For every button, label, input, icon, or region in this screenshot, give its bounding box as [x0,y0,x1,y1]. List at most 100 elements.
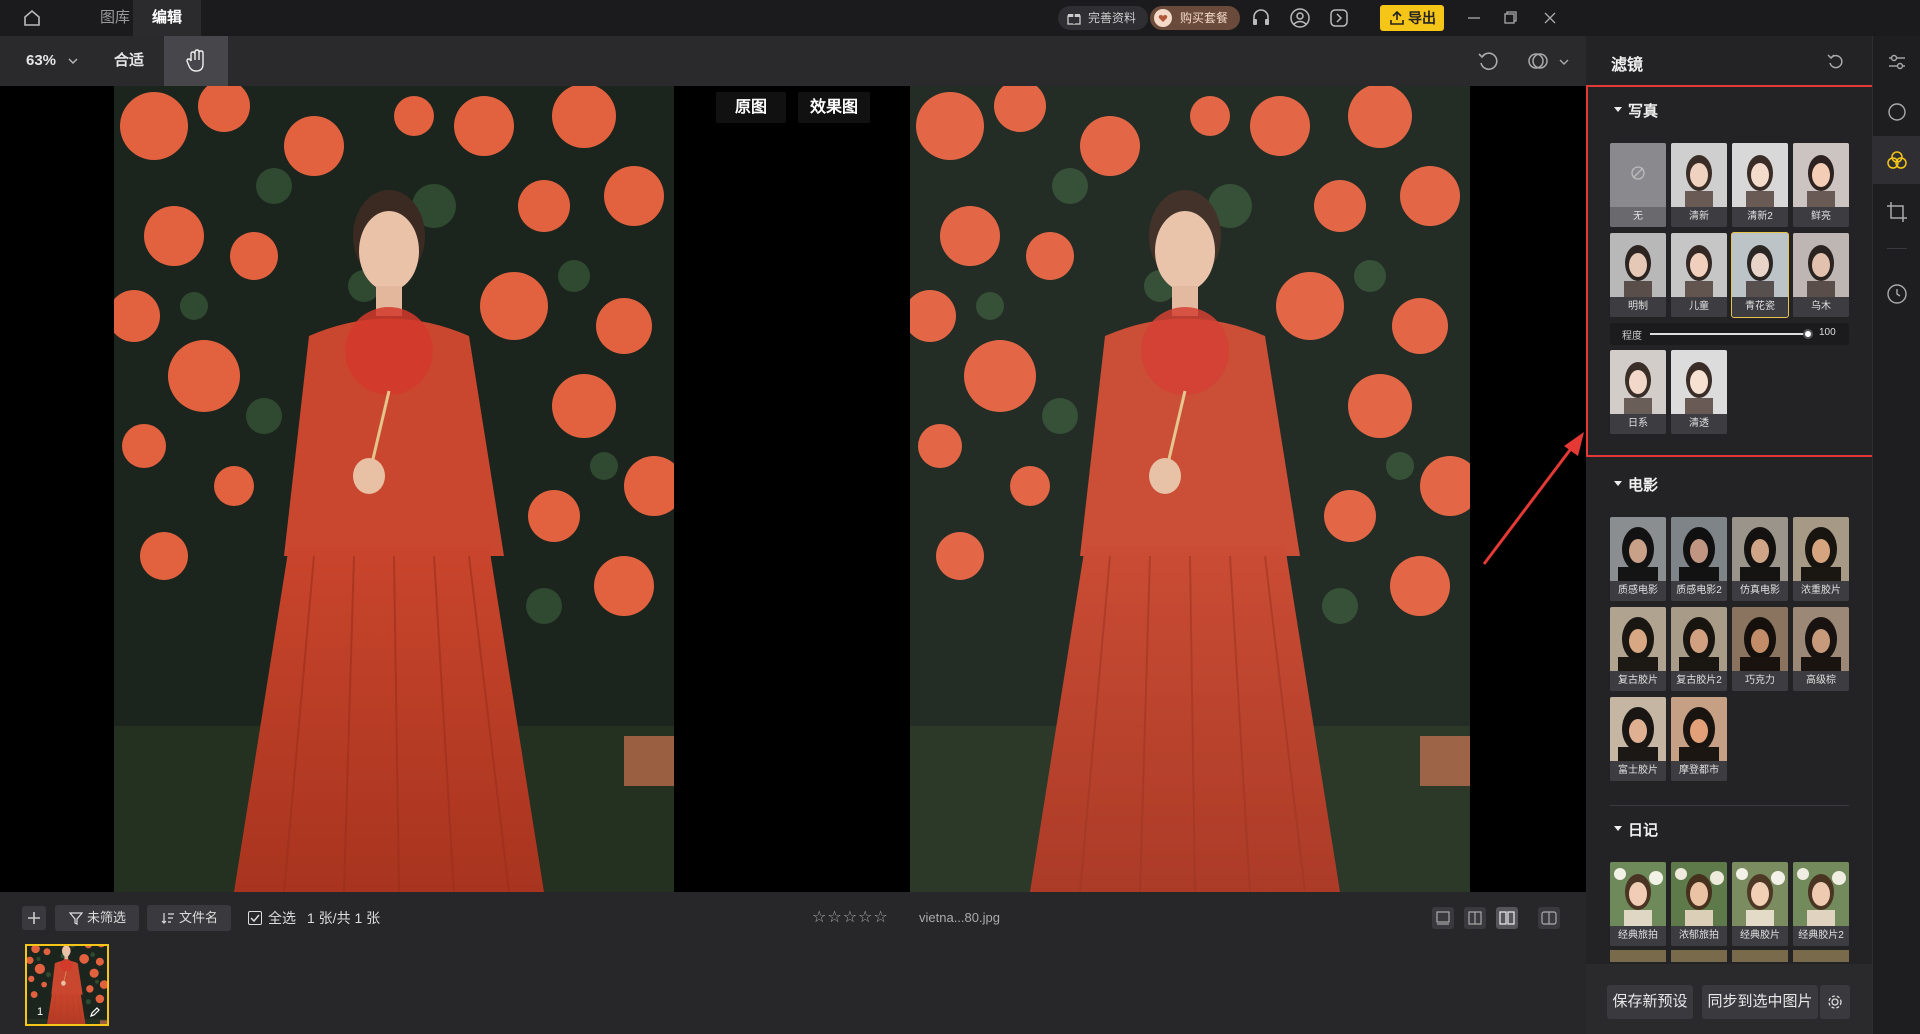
panel-toggle-icon[interactable] [1538,907,1560,929]
history-icon[interactable] [1885,282,1909,306]
star-icon[interactable]: ☆ [858,909,873,926]
add-button[interactable] [22,906,46,930]
star-icon[interactable]: ☆ [812,909,827,926]
settings-icon [1827,994,1843,1010]
diary-thumb [1732,862,1788,926]
chevron-down-icon [68,56,78,66]
zoom-value: 63% [26,52,57,69]
filter-thumbnail[interactable]: 质感电影2 [1671,517,1727,601]
diary-thumb [1793,862,1849,926]
filter-thumbnail[interactable]: 复古胶片 [1610,607,1666,691]
single-view-icon[interactable] [1432,907,1454,929]
complete-profile-button[interactable]: 完善资料 [1058,6,1149,30]
filter-thumbnail[interactable]: 质感电影 [1610,517,1666,601]
image-canvas[interactable]: 原图 效果图 [0,86,1586,892]
filter-label: 复古胶片 [1610,671,1666,691]
filmstrip-thumbnail[interactable]: 1 [25,944,109,1026]
filter-icon [69,911,83,925]
restore-icon[interactable] [1498,6,1522,30]
section-toggle-icon[interactable] [1613,478,1623,488]
star-icon[interactable]: ☆ [873,909,888,926]
film-thumb [1671,607,1727,671]
filter-label: 经典胶片2 [1793,926,1849,946]
complete-profile-label: 完善资料 [1088,11,1137,25]
title-bar: 图库 编辑 完善资料 购买套餐 导出 [0,0,1920,36]
hand-tool-button[interactable] [164,36,228,86]
filter-thumbnail[interactable]: 巧克力 [1732,607,1788,691]
sort-label: 文件名 [179,910,219,925]
hand-icon [185,49,207,73]
filter-label: 复古胶片2 [1671,671,1727,691]
filter-thumbnail[interactable]: 经典胶片 [1732,862,1788,946]
edited-pencil-icon [89,1006,101,1018]
fit-button[interactable]: 合适 [114,36,154,86]
film-thumb [1793,517,1849,581]
filter-thumbnail[interactable]: 摩登都市 [1671,697,1727,781]
thumbnail-index: 1 [37,1006,44,1018]
film-thumb [1793,607,1849,671]
filter-button[interactable]: 未筛选 [55,905,139,931]
filter-thumbnail[interactable]: 复古胶片2 [1671,607,1727,691]
original-label: 原图 [716,92,786,123]
side-by-side-view-icon[interactable] [1496,907,1518,929]
export-button[interactable]: 导出 [1380,5,1444,31]
filter-thumbnail[interactable]: 浓重胶片 [1793,517,1849,601]
headset-icon[interactable] [1249,6,1273,30]
select-all-label[interactable]: 全选 [268,892,296,944]
crop-icon[interactable] [1885,200,1909,224]
buy-package-button[interactable]: 购买套餐 [1150,6,1241,30]
gift-icon [1067,11,1081,25]
star-icon[interactable]: ☆ [827,909,842,926]
retouch-icon[interactable] [1885,100,1909,124]
adjust-icon[interactable] [1885,50,1909,74]
reset-icon[interactable] [1476,49,1500,73]
star-rating[interactable]: ☆☆☆☆☆ [812,910,902,926]
film-thumb [1671,697,1727,761]
section-title-diary[interactable]: 日记 [1628,819,1658,840]
sync-selected-button[interactable]: 同步到选中图片 [1702,985,1818,1019]
split-view-icon[interactable] [1464,907,1486,929]
home-icon[interactable] [22,8,42,28]
sign-in-icon[interactable] [1327,6,1351,30]
effect-label: 效果图 [798,92,870,123]
film-thumb [1671,517,1727,581]
filmstrip: 1 [0,944,1586,1034]
filter-thumbnail[interactable]: 高级棕 [1793,607,1849,691]
zoom-select[interactable]: 63% [26,36,82,86]
filter-thumbnail[interactable]: 经典旅拍 [1610,862,1666,946]
user-icon[interactable] [1288,6,1312,30]
filter-tab-active[interactable] [1873,136,1920,184]
minimize-icon[interactable] [1462,6,1486,30]
section-toggle-icon[interactable] [1613,823,1623,833]
save-preset-button[interactable]: 保存新预设 [1607,985,1693,1019]
filter-label: 未筛选 [87,910,127,925]
filter-thumbnail[interactable]: 仿真电影 [1732,517,1788,601]
select-all-checkbox[interactable] [248,911,262,925]
filter-row-partial [1610,950,1849,962]
export-label: 导出 [1408,10,1436,26]
filter-thumbnail[interactable]: 富士胶片 [1610,697,1666,781]
tab-edit[interactable]: 编辑 [133,0,201,36]
panel-reset-icon[interactable] [1826,51,1846,71]
diary-thumb [1671,862,1727,926]
close-icon[interactable] [1538,6,1562,30]
film-thumb [1610,697,1666,761]
buy-package-label: 购买套餐 [1180,11,1229,25]
sort-button[interactable]: 文件名 [147,905,231,931]
image-count: 1 张/共 1 张 [307,910,381,926]
compare-dropdown-icon[interactable] [1558,56,1570,68]
filter-label: 经典胶片 [1732,926,1788,946]
compare-mode-icon[interactable] [1526,49,1550,73]
filter-label: 巧克力 [1732,671,1788,691]
sync-settings-button[interactable] [1820,985,1850,1019]
filter-label: 富士胶片 [1610,761,1666,781]
filter-thumbnail[interactable]: 经典胶片2 [1793,862,1849,946]
sort-icon [161,912,175,924]
film-thumb [1610,517,1666,581]
filter-thumbnail[interactable]: 浓郁旅拍 [1671,862,1727,946]
star-icon[interactable]: ☆ [843,909,858,926]
bottom-bar: 未筛选 文件名 全选 1 张/共 1 张 ☆☆☆☆☆ vietna...80.j… [0,892,1586,944]
edit-toolbar: 63% 合适 [0,36,1586,86]
section-title-film[interactable]: 电影 [1628,474,1658,495]
filter-label: 浓郁旅拍 [1671,926,1727,946]
